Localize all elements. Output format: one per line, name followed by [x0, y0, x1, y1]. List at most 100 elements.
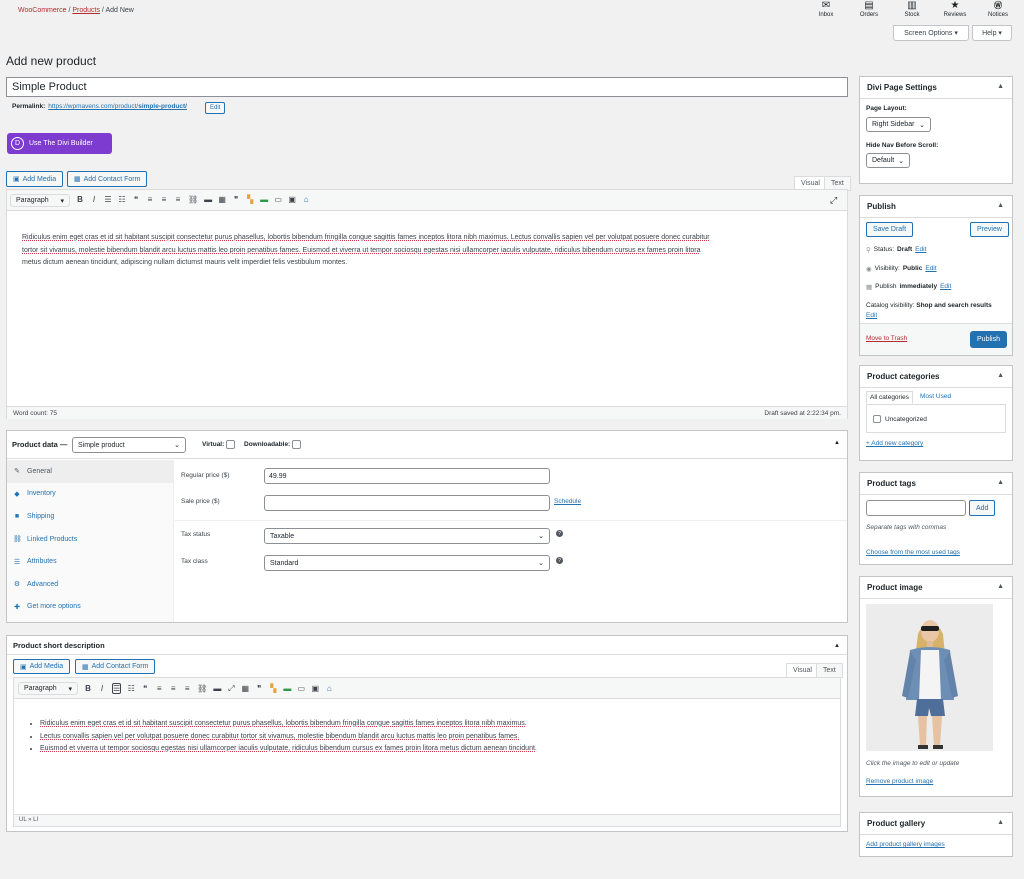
bold-icon[interactable]: B [76, 195, 84, 204]
align-left-icon[interactable]: ≡ [146, 195, 154, 204]
short-desc-toggle-icon[interactable]: ▲ [834, 643, 840, 649]
link-icon[interactable]: ⛓ [197, 684, 207, 693]
short-format-select[interactable]: Paragraph ▾ [18, 682, 78, 695]
table-icon[interactable]: ▣ [288, 195, 296, 204]
product-gallery-toggle-icon[interactable]: ▲ [997, 819, 1004, 826]
preview-button[interactable]: Preview [970, 222, 1009, 237]
table-icon[interactable]: ▣ [311, 684, 320, 693]
short-tab-visual[interactable]: Visual [786, 663, 819, 678]
divider-icon[interactable]: ▬ [283, 684, 291, 693]
screen-options-button[interactable]: Screen Options ▾ [893, 25, 969, 41]
product-type-select[interactable]: Simple product ⌄ [72, 437, 186, 453]
product-tab-attributes[interactable]: ☰ Attributes [7, 550, 173, 573]
link-icon[interactable]: ⛓ [188, 195, 198, 204]
align-right-icon[interactable]: ≡ [174, 195, 182, 204]
tags-input[interactable] [866, 500, 966, 516]
bullet-list-icon[interactable]: ☰ [104, 195, 112, 204]
tab-all-categories[interactable]: All categories [866, 391, 914, 404]
add-category-link[interactable]: + Add new category [866, 440, 923, 447]
lock-icon[interactable]: ⌂ [302, 195, 310, 204]
add-media-button[interactable]: ▣ Add Media [6, 171, 64, 187]
product-image-thumbnail[interactable] [866, 604, 993, 751]
product-tab-general[interactable]: ✎ General [7, 460, 173, 483]
tax-class-select[interactable]: Standard ⌄ [264, 555, 550, 571]
breadcrumb-woocommerce[interactable]: WooCommerce [18, 7, 67, 14]
italic-icon[interactable]: I [90, 195, 98, 204]
divi-settings-toggle-icon[interactable]: ▲ [997, 83, 1004, 90]
align-center-icon[interactable]: ≡ [160, 195, 168, 204]
color-grid-icon[interactable]: ▚ [246, 195, 254, 204]
read-more-icon[interactable]: ▬ [204, 195, 212, 204]
hide-nav-select[interactable]: Default ⌄ [866, 153, 910, 168]
remove-product-image-link[interactable]: Remove product image [866, 778, 933, 785]
blockquote-icon[interactable]: ❝ [132, 195, 140, 204]
divi-builder-button[interactable]: D Use The Divi Builder [7, 133, 112, 154]
move-to-trash-link[interactable]: Move to Trash [866, 335, 907, 342]
numbered-list-icon[interactable]: ☷ [127, 684, 135, 693]
align-left-icon[interactable]: ≡ [155, 684, 163, 693]
permalink-url[interactable]: https://wpmavens.com/product/simple-prod… [48, 103, 187, 110]
short-add-media-button[interactable]: ▣ Add Media [13, 659, 71, 674]
lock-icon[interactable]: ⌂ [325, 684, 333, 693]
regular-price-input[interactable]: 49.99 [264, 468, 550, 484]
blockquote-icon[interactable]: ❝ [141, 684, 149, 693]
short-tab-text[interactable]: Text [816, 663, 843, 678]
publish-button[interactable]: Publish [970, 331, 1007, 348]
page-layout-select[interactable]: Right Sidebar ⌄ [866, 117, 931, 132]
toolbar-toggle-icon[interactable]: ▦ [241, 684, 250, 693]
product-title-input[interactable]: Simple Product [6, 77, 848, 97]
align-center-icon[interactable]: ≡ [169, 684, 177, 693]
choose-tags-link[interactable]: Choose from the most used tags [866, 549, 960, 556]
product-tab-inventory[interactable]: ◆ Inventory [7, 483, 173, 506]
tax-status-select[interactable]: Taxable ⌄ [264, 528, 550, 544]
align-right-icon[interactable]: ≡ [183, 684, 191, 693]
sale-price-input[interactable] [264, 495, 550, 511]
tab-most-used[interactable]: Most Used [920, 393, 951, 400]
editor-content[interactable]: Ridiculus enim eget cras et id sit habit… [22, 232, 834, 270]
breadcrumb-products[interactable]: Products [72, 7, 100, 14]
collapse-toggle-icon[interactable]: ▲ [834, 440, 840, 446]
fullscreen-icon[interactable]: ⤢ [830, 195, 837, 206]
horizontal-line-icon[interactable]: ▭ [297, 684, 306, 693]
schedule-link[interactable]: Schedule [554, 498, 581, 505]
edit-catalog-link[interactable]: Edit [866, 312, 877, 319]
short-desc-content[interactable]: Ridiculus enim eget cras et id sit habit… [40, 718, 830, 756]
virtual-checkbox[interactable] [226, 440, 236, 449]
shortcode-icon[interactable]: ❞ [232, 195, 240, 204]
numbered-list-icon[interactable]: ☷ [118, 195, 126, 204]
add-gallery-images-link[interactable]: Add product gallery images [866, 841, 945, 848]
shortcode-icon[interactable]: ❞ [255, 684, 263, 693]
add-tag-button[interactable]: Add [969, 500, 996, 516]
product-tab-linked[interactable]: ⛓ Linked Products [7, 528, 173, 551]
edit-visibility-link[interactable]: Edit [925, 265, 936, 273]
divider-icon[interactable]: ▬ [260, 195, 268, 204]
edit-status-link[interactable]: Edit [915, 246, 926, 254]
top-nav-notices[interactable]: Ⓦ Notices [978, 0, 1018, 24]
help-button[interactable]: Help ▾ [972, 25, 1012, 41]
top-nav-reviews[interactable]: ★ Reviews [935, 0, 975, 24]
product-image-toggle-icon[interactable]: ▲ [997, 583, 1004, 590]
save-draft-button[interactable]: Save Draft [866, 222, 914, 237]
tax-status-help-icon[interactable]: ? [556, 530, 563, 537]
top-nav-stock[interactable]: ▥ Stock [892, 0, 932, 24]
toolbar-toggle-icon[interactable]: ▦ [218, 195, 226, 204]
top-nav-inbox[interactable]: ✉ Inbox [806, 0, 846, 24]
edit-schedule-link[interactable]: Edit [940, 283, 951, 291]
bullet-list-icon[interactable]: ☰ [112, 683, 122, 694]
fullscreen-icon[interactable]: ⤢ [227, 684, 235, 694]
italic-icon[interactable]: I [98, 684, 106, 693]
editor-format-select[interactable]: Paragraph ▾ [10, 194, 70, 207]
horizontal-line-icon[interactable]: ▭ [274, 195, 282, 204]
read-more-icon[interactable]: ▬ [213, 684, 221, 693]
short-add-contact-form-button[interactable]: ▦ Add Contact Form [75, 659, 156, 674]
category-checkbox[interactable] [873, 415, 881, 423]
product-tab-more[interactable]: ✚ Get more options [7, 596, 173, 619]
top-nav-orders[interactable]: ▤ Orders [849, 0, 889, 24]
publish-toggle-icon[interactable]: ▲ [997, 202, 1004, 209]
downloadable-checkbox[interactable] [292, 440, 302, 449]
permalink-edit-button[interactable]: Edit [205, 102, 226, 114]
tax-class-help-icon[interactable]: ? [556, 557, 563, 564]
tags-toggle-icon[interactable]: ▲ [997, 479, 1004, 486]
product-tab-shipping[interactable]: ■ Shipping [7, 505, 173, 528]
color-grid-icon[interactable]: ▚ [269, 684, 277, 693]
